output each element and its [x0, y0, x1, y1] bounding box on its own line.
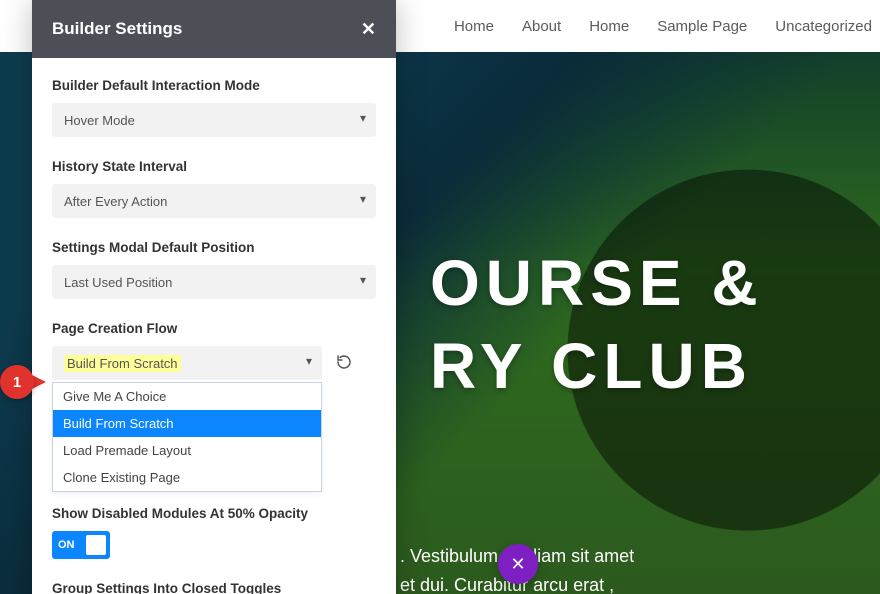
option-build-from-scratch[interactable]: Build From Scratch — [53, 410, 321, 437]
setting-label: Page Creation Flow — [52, 321, 376, 336]
option-clone-existing-page[interactable]: Clone Existing Page — [53, 464, 321, 491]
hero-title-line2: RY CLUB — [430, 325, 764, 408]
interaction-mode-select[interactable]: Hover Mode — [52, 103, 376, 137]
option-give-me-a-choice[interactable]: Give Me A Choice — [53, 383, 321, 410]
select-value: Hover Mode — [64, 113, 135, 128]
annotation-number: 1 — [13, 374, 21, 391]
setting-modal-position: Settings Modal Default Position Last Use… — [52, 240, 376, 299]
option-load-premade-layout[interactable]: Load Premade Layout — [53, 437, 321, 464]
history-interval-select[interactable]: After Every Action — [52, 184, 376, 218]
select-value: Build From Scratch — [64, 355, 181, 372]
hero-title: OURSE & RY CLUB — [430, 242, 764, 408]
modal-header[interactable]: Builder Settings ✕ — [32, 0, 396, 58]
select-value: After Every Action — [64, 194, 167, 209]
toggle-knob — [86, 535, 106, 555]
builder-settings-modal: Builder Settings ✕ Builder Default Inter… — [32, 0, 396, 594]
modal-body: Builder Default Interaction Mode Hover M… — [32, 58, 396, 594]
setting-history-interval: History State Interval After Every Actio… — [52, 159, 376, 218]
close-icon: ✕ — [510, 554, 525, 575]
hero-title-line1: OURSE & — [430, 242, 764, 325]
disabled-opacity-toggle[interactable]: ON — [52, 531, 110, 559]
setting-label: Settings Modal Default Position — [52, 240, 376, 255]
page-creation-select[interactable]: Build From Scratch — [52, 346, 322, 380]
hero-body-line2: et dui. Curabitur arcu erat , — [400, 571, 850, 594]
close-icon[interactable]: ✕ — [361, 19, 376, 40]
annotation-pointer — [32, 375, 46, 389]
setting-label: Show Disabled Modules At 50% Opacity — [52, 506, 376, 521]
close-builder-fab[interactable]: ✕ — [498, 544, 538, 584]
page-creation-options: Give Me A Choice Build From Scratch Load… — [52, 382, 322, 492]
page-creation-dropdown: Build From Scratch Give Me A Choice Buil… — [52, 346, 376, 380]
setting-label: Builder Default Interaction Mode — [52, 78, 376, 93]
toggle-state: ON — [58, 539, 75, 551]
setting-label: Group Settings Into Closed Toggles — [52, 581, 376, 594]
setting-disabled-opacity: Show Disabled Modules At 50% Opacity ON — [52, 506, 376, 559]
setting-group-toggles: Group Settings Into Closed Toggles — [52, 581, 376, 594]
annotation-marker-1: 1 — [0, 365, 46, 399]
revert-icon[interactable] — [336, 354, 352, 373]
modal-title: Builder Settings — [52, 19, 182, 39]
nav-item-uncategorized[interactable]: Uncategorized — [775, 18, 872, 35]
modal-position-select[interactable]: Last Used Position — [52, 265, 376, 299]
setting-label: History State Interval — [52, 159, 376, 174]
setting-page-creation: Page Creation Flow Build From Scratch Gi… — [52, 321, 376, 498]
select-value: Last Used Position — [64, 275, 172, 290]
hero-body: . Vestibulum ac diam sit amet et dui. Cu… — [400, 542, 850, 594]
hero-body-line1: . Vestibulum ac diam sit amet — [400, 542, 850, 571]
nav-item-home-1[interactable]: Home — [454, 18, 494, 35]
setting-interaction-mode: Builder Default Interaction Mode Hover M… — [52, 78, 376, 137]
nav-item-home-2[interactable]: Home — [589, 18, 629, 35]
nav-item-about[interactable]: About — [522, 18, 561, 35]
nav-item-sample-page[interactable]: Sample Page — [657, 18, 747, 35]
annotation-circle: 1 — [0, 365, 34, 399]
